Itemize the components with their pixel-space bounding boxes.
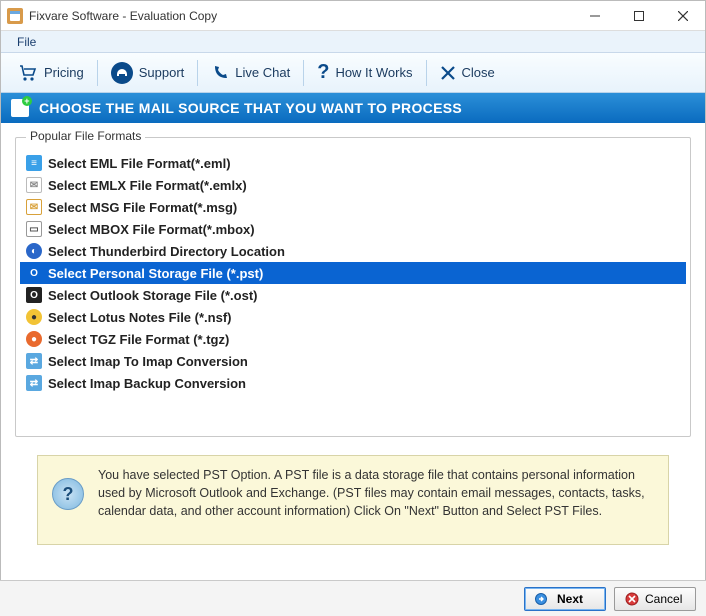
cart-icon: [18, 64, 38, 82]
toolbar-livechat-label: Live Chat: [235, 65, 290, 80]
format-option-label: Select Thunderbird Directory Location: [48, 244, 285, 259]
menu-file[interactable]: File: [9, 33, 44, 51]
format-option-thunderbird[interactable]: ◐ Select Thunderbird Directory Location: [20, 240, 686, 262]
groupbox-legend: Popular File Formats: [26, 129, 145, 143]
source-icon: [11, 99, 29, 117]
menubar: File: [1, 31, 705, 53]
format-option-eml[interactable]: ≡ Select EML File Format(*.eml): [20, 152, 686, 174]
window-close-button[interactable]: [661, 1, 705, 31]
msg-icon: ✉: [26, 199, 42, 215]
ost-icon: O: [26, 287, 42, 303]
toolbar-support-label: Support: [139, 65, 185, 80]
toolbar-howitworks-label: How It Works: [335, 65, 412, 80]
next-button[interactable]: Next: [524, 587, 606, 611]
format-option-imap[interactable]: ⇄ Select Imap To Imap Conversion: [20, 350, 686, 372]
format-option-label: Select TGZ File Format (*.tgz): [48, 332, 229, 347]
next-button-label: Next: [557, 592, 583, 606]
format-option-ost[interactable]: O Select Outlook Storage File (*.ost): [20, 284, 686, 306]
format-option-emlx[interactable]: ✉ Select EMLX File Format(*.emlx): [20, 174, 686, 196]
toolbar-separator: [97, 60, 98, 86]
phone-icon: [211, 64, 229, 82]
format-option-imap-backup[interactable]: ⇄ Select Imap Backup Conversion: [20, 372, 686, 394]
tgz-icon: ●: [26, 331, 42, 347]
next-arrow-icon: [535, 593, 551, 605]
toolbar-close-button[interactable]: Close: [429, 58, 506, 88]
page-heading-text: CHOOSE THE MAIL SOURCE THAT YOU WANT TO …: [39, 100, 462, 116]
format-list: ≡ Select EML File Format(*.eml) ✉ Select EM…: [20, 152, 686, 394]
eml-icon: ≡: [26, 155, 42, 171]
window-titlebar: Fixvare Software - Evaluation Copy: [1, 1, 705, 31]
question-icon: ?: [317, 61, 329, 84]
imap-backup-icon: ⇄: [26, 375, 42, 391]
toolbar-support-button[interactable]: Support: [100, 58, 196, 88]
info-panel: ? You have selected PST Option. A PST fi…: [37, 455, 669, 545]
nsf-icon: ●: [26, 309, 42, 325]
window-minimize-button[interactable]: [573, 1, 617, 31]
imap-icon: ⇄: [26, 353, 42, 369]
thunderbird-icon: ◐: [26, 243, 42, 259]
emlx-icon: ✉: [26, 177, 42, 193]
format-option-tgz[interactable]: ● Select TGZ File Format (*.tgz): [20, 328, 686, 350]
format-option-mbox[interactable]: ▭ Select MBOX File Format(*.mbox): [20, 218, 686, 240]
format-option-label: Select MSG File Format(*.msg): [48, 200, 237, 215]
content-area: Popular File Formats ≡ Select EML File Fo…: [1, 123, 705, 443]
footer-bar: Next Cancel: [0, 580, 706, 616]
cancel-button[interactable]: Cancel: [614, 587, 696, 611]
toolbar-separator: [303, 60, 304, 86]
toolbar-pricing-label: Pricing: [44, 65, 84, 80]
toolbar-livechat-button[interactable]: Live Chat: [200, 58, 301, 88]
format-option-label: Select EMLX File Format(*.emlx): [48, 178, 247, 193]
mbox-icon: ▭: [26, 221, 42, 237]
app-icon: [7, 8, 23, 24]
format-option-label: Select MBOX File Format(*.mbox): [48, 222, 255, 237]
info-text: You have selected PST Option. A PST file…: [98, 466, 654, 520]
cancel-button-label: Cancel: [645, 592, 682, 606]
format-option-label: Select EML File Format(*.eml): [48, 156, 231, 171]
format-option-label: Select Imap Backup Conversion: [48, 376, 246, 391]
toolbar-pricing-button[interactable]: Pricing: [7, 58, 95, 88]
headset-icon: [111, 62, 133, 84]
toolbar-separator: [426, 60, 427, 86]
pst-icon: O: [26, 265, 42, 281]
toolbar-howitworks-button[interactable]: ? How It Works: [306, 58, 423, 88]
format-option-nsf[interactable]: ● Select Lotus Notes File (*.nsf): [20, 306, 686, 328]
page-heading: CHOOSE THE MAIL SOURCE THAT YOU WANT TO …: [1, 93, 705, 123]
window-title: Fixvare Software - Evaluation Copy: [29, 9, 573, 23]
format-option-label: Select Outlook Storage File (*.ost): [48, 288, 257, 303]
cancel-icon: [625, 592, 639, 606]
format-option-label: Select Lotus Notes File (*.nsf): [48, 310, 231, 325]
toolbar: Pricing Support Live Chat ? How It Works…: [1, 53, 705, 93]
toolbar-close-label: Close: [462, 65, 495, 80]
window-maximize-button[interactable]: [617, 1, 661, 31]
info-icon: ?: [52, 478, 84, 510]
formats-groupbox: Popular File Formats ≡Select EML File Fo…: [15, 137, 691, 437]
format-option-msg[interactable]: ✉ Select MSG File Format(*.msg): [20, 196, 686, 218]
format-option-label: Select Imap To Imap Conversion: [48, 354, 248, 369]
format-option-pst[interactable]: O Select Personal Storage File (*.pst): [20, 262, 686, 284]
format-option-label: Select Personal Storage File (*.pst): [48, 266, 263, 281]
close-icon: [440, 65, 456, 81]
toolbar-separator: [197, 60, 198, 86]
